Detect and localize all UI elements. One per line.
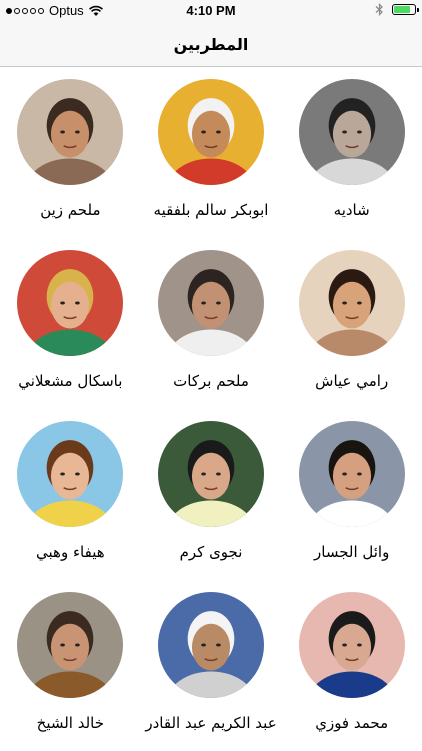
- singer-photo[interactable]: [158, 79, 265, 185]
- battery-level: [394, 6, 410, 13]
- singer-item[interactable]: خالد الشيخ: [0, 580, 141, 751]
- singer-name: محمد فوزي: [315, 714, 389, 732]
- singer-item[interactable]: ملحم بركات: [141, 238, 282, 409]
- singer-name: نجوى كرم: [179, 543, 243, 561]
- singer-item[interactable]: وائل الجسار: [281, 409, 422, 580]
- singer-photo[interactable]: [298, 421, 405, 527]
- singer-name: ملحم بركات: [173, 372, 249, 390]
- singer-name: شاديه: [333, 201, 370, 219]
- singer-photo[interactable]: [158, 421, 265, 527]
- singer-photo[interactable]: [17, 421, 124, 527]
- singer-photo[interactable]: [17, 592, 124, 698]
- singer-item[interactable]: نجوى كرم: [141, 409, 282, 580]
- singer-item[interactable]: باسكال مشعلاني: [0, 238, 141, 409]
- singer-name: رامي عياش: [315, 372, 389, 390]
- singer-photo[interactable]: [158, 592, 265, 698]
- singer-photo[interactable]: [17, 79, 124, 185]
- singers-grid: شاديه ابوبكر سالم بلفقيه ملحم زين رامي عياش…: [0, 67, 422, 751]
- singer-photo[interactable]: [298, 250, 405, 356]
- singer-name: عبد الكريم عبد القادر: [145, 714, 277, 732]
- singer-item[interactable]: محمد فوزي: [281, 580, 422, 751]
- page-title: المطربين: [173, 34, 249, 54]
- singer-name: وائل الجسار: [314, 543, 390, 561]
- status-right: [375, 3, 419, 16]
- singer-item[interactable]: عبد الكريم عبد القادر: [141, 580, 282, 751]
- singer-name: باسكال مشعلاني: [18, 372, 123, 390]
- singer-item[interactable]: شاديه: [281, 67, 422, 238]
- singer-photo[interactable]: [298, 79, 405, 185]
- singer-name: ملحم زين: [40, 201, 101, 219]
- singer-photo[interactable]: [158, 250, 265, 356]
- singer-item[interactable]: هيفاء وهبي: [0, 409, 141, 580]
- bluetooth-icon: [375, 3, 383, 16]
- status-bar: Optus 4:10 PM: [0, 0, 422, 22]
- singer-photo[interactable]: [17, 250, 124, 356]
- battery-icon: [392, 4, 419, 15]
- singer-item[interactable]: رامي عياش: [281, 238, 422, 409]
- singer-item[interactable]: ابوبكر سالم بلفقيه: [141, 67, 282, 238]
- singer-name: هيفاء وهبي: [36, 543, 105, 561]
- singer-item[interactable]: ملحم زين: [0, 67, 141, 238]
- clock: 4:10 PM: [186, 3, 236, 18]
- singer-photo[interactable]: [298, 592, 405, 698]
- singer-name: ابوبكر سالم بلفقيه: [153, 201, 269, 219]
- navigation-bar: المطربين: [0, 22, 422, 67]
- singer-name: خالد الشيخ: [36, 714, 105, 732]
